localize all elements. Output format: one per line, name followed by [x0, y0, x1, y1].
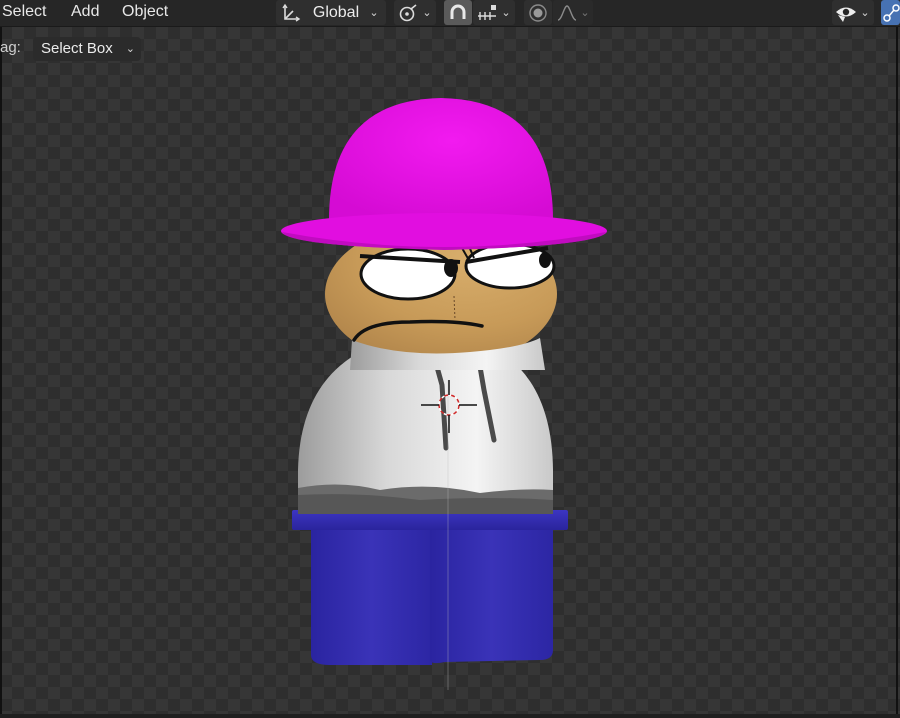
hat: [281, 98, 607, 250]
drag-label: ag:: [0, 39, 21, 56]
select-mode-label: Select Box: [41, 40, 113, 57]
character-model[interactable]: [0, 0, 900, 718]
chevron-down-icon: ⌄: [125, 43, 135, 55]
pants: [292, 510, 568, 665]
select-mode-dropdown[interactable]: Select Box ⌄: [33, 37, 141, 61]
tool-settings-bar: ag: Select Box ⌄: [0, 27, 900, 67]
hoodie: [298, 352, 553, 514]
